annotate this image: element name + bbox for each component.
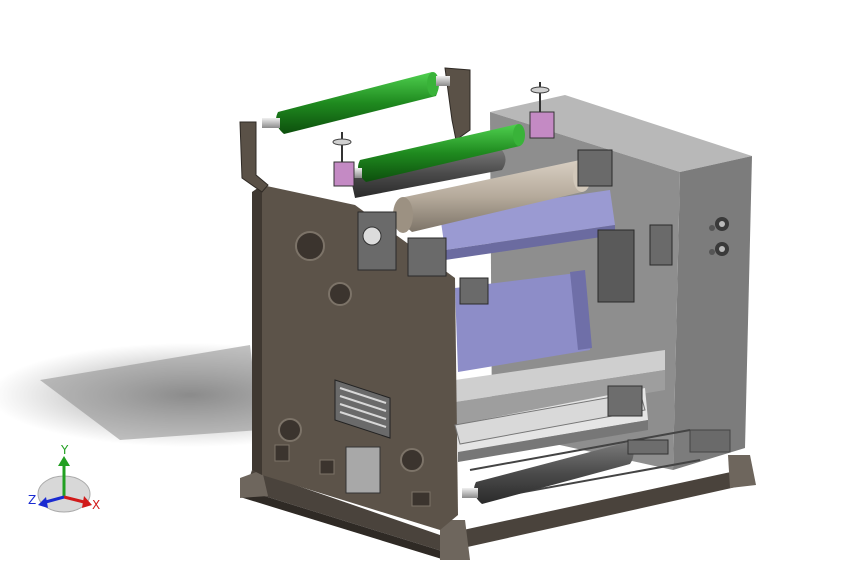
cad-viewport[interactable]: Y X Z (0, 0, 867, 562)
side-frame-plate (252, 185, 458, 530)
frame-hole (278, 418, 302, 442)
frame-hole (328, 282, 352, 306)
z-axis-label: Z (28, 493, 36, 507)
control-knob[interactable] (715, 242, 729, 256)
roller-bracket-left (239, 121, 269, 193)
frame-hole (400, 448, 424, 472)
coordinate-triad: Y X Z (28, 443, 100, 513)
frame-hole (295, 231, 325, 261)
adjuster-handwheel[interactable] (332, 132, 352, 162)
y-axis-arrow-icon (58, 456, 70, 466)
x-axis-label: X (92, 498, 100, 512)
y-axis-label: Y (60, 443, 69, 457)
machine-model-view: Y X Z (0, 67, 756, 560)
green-roller-top (262, 72, 450, 134)
control-knob[interactable] (715, 217, 729, 231)
